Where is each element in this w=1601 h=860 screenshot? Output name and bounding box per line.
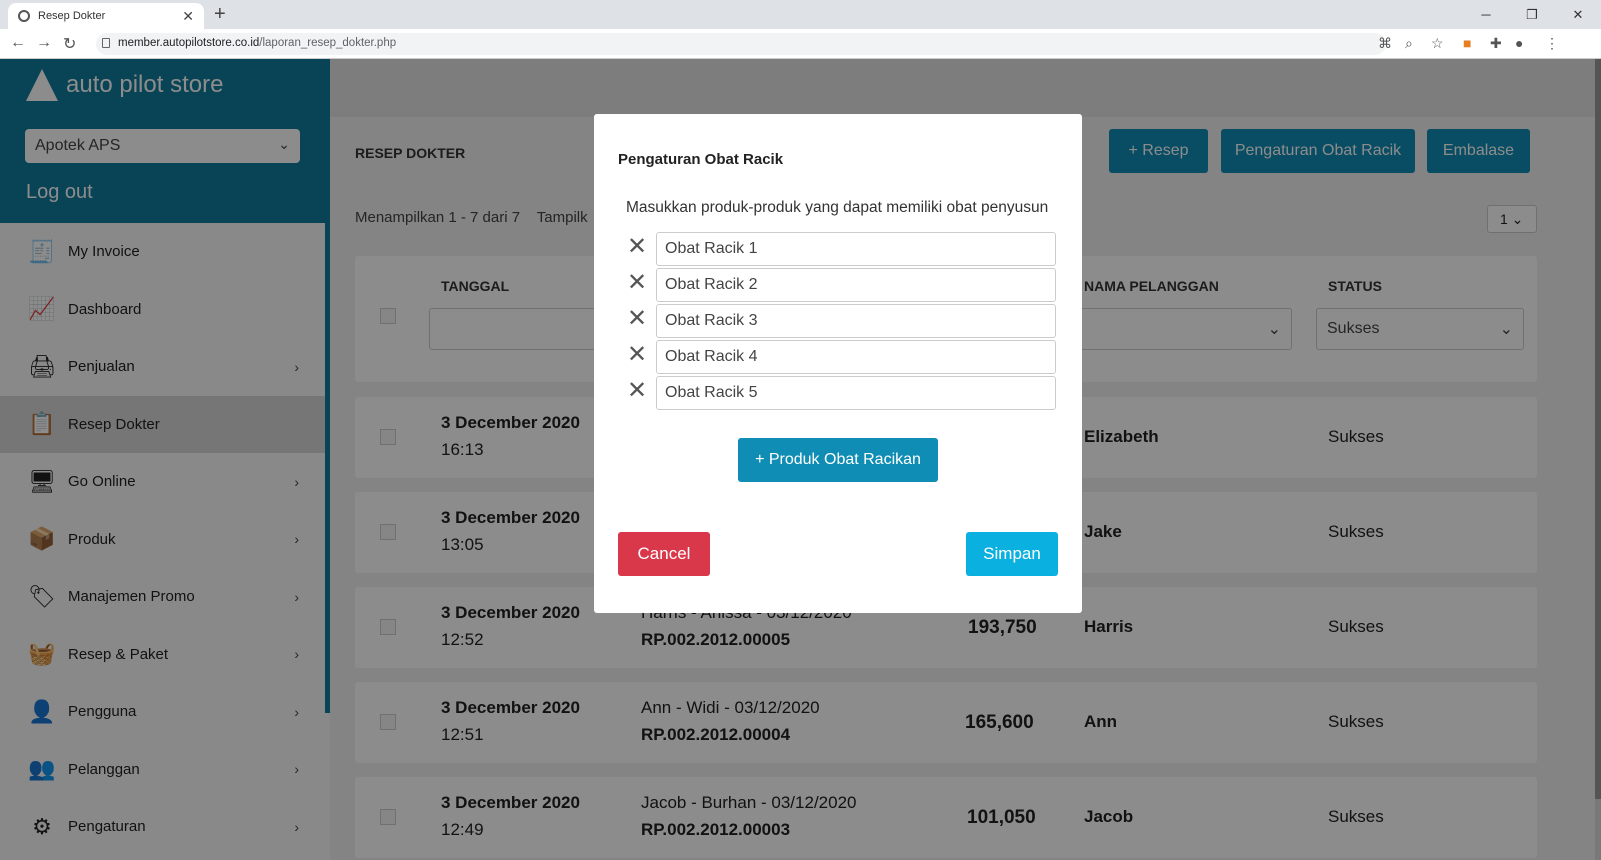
profile-icon[interactable]: ● bbox=[1515, 35, 1523, 51]
remove-item-icon[interactable]: ✕ bbox=[626, 343, 648, 367]
more-menu-icon[interactable]: ⋮ bbox=[1545, 35, 1559, 52]
add-produk-obat-racikan-button[interactable]: + Produk Obat Racikan bbox=[738, 438, 938, 482]
url-path: /laporan_resep_dokter.php bbox=[259, 37, 397, 49]
minimize-icon[interactable]: ─ bbox=[1463, 0, 1509, 29]
browser-tabbar: Resep Dokter ✕ + ─ ❐ ✕ bbox=[0, 0, 1601, 29]
window-controls: ─ ❐ ✕ bbox=[1463, 0, 1601, 29]
racik-item-row: ✕ bbox=[626, 340, 1056, 374]
restore-icon[interactable]: ❐ bbox=[1509, 0, 1555, 29]
new-tab-icon[interactable]: + bbox=[214, 3, 226, 26]
reload-icon[interactable]: ↻ bbox=[63, 34, 76, 54]
address-bar: ← → ↻ member.autopilotstore.co.id/lapora… bbox=[0, 29, 1601, 59]
racik-item-input[interactable] bbox=[656, 268, 1056, 302]
racik-item-row: ✕ bbox=[626, 376, 1056, 410]
remove-item-icon[interactable]: ✕ bbox=[626, 235, 648, 259]
remove-item-icon[interactable]: ✕ bbox=[626, 307, 648, 331]
racik-item-input[interactable] bbox=[656, 232, 1056, 266]
save-highlight: Simpan bbox=[952, 516, 1072, 588]
racik-item-input[interactable] bbox=[656, 376, 1056, 410]
browser-tab[interactable]: Resep Dokter ✕ bbox=[8, 3, 204, 29]
back-icon[interactable]: ← bbox=[10, 34, 26, 52]
zoom-icon[interactable]: ⌕ bbox=[1405, 35, 1413, 52]
modal-title: Pengaturan Obat Racik bbox=[618, 151, 784, 168]
racik-item-row: ✕ bbox=[626, 304, 1056, 338]
cancel-button[interactable]: Cancel bbox=[618, 532, 710, 576]
racik-item-row: ✕ bbox=[626, 232, 1056, 266]
forward-icon[interactable]: → bbox=[36, 34, 52, 52]
translate-icon[interactable]: ⌘ bbox=[1378, 35, 1392, 52]
racik-item-input[interactable] bbox=[656, 340, 1056, 374]
close-window-icon[interactable]: ✕ bbox=[1555, 0, 1601, 29]
lock-icon bbox=[102, 38, 110, 48]
close-tab-icon[interactable]: ✕ bbox=[182, 8, 194, 25]
url-host: member.autopilotstore.co.id bbox=[118, 37, 260, 49]
bookmark-star-icon[interactable]: ☆ bbox=[1431, 35, 1444, 52]
remove-item-icon[interactable]: ✕ bbox=[626, 379, 648, 403]
remove-item-icon[interactable]: ✕ bbox=[626, 271, 648, 295]
extension-icon[interactable]: ■ bbox=[1463, 35, 1471, 51]
save-button[interactable]: Simpan bbox=[966, 532, 1058, 576]
obat-racik-modal: Pengaturan Obat Racik Masukkan produk-pr… bbox=[594, 114, 1082, 613]
url-field[interactable]: member.autopilotstore.co.id/laporan_rese… bbox=[96, 33, 1386, 55]
globe-icon bbox=[18, 10, 30, 22]
puzzle-icon[interactable]: ✚ bbox=[1490, 35, 1502, 52]
tab-title: Resep Dokter bbox=[38, 10, 106, 22]
modal-description: Masukkan produk-produk yang dapat memili… bbox=[626, 199, 1049, 216]
racik-item-row: ✕ bbox=[626, 268, 1056, 302]
racik-item-input[interactable] bbox=[656, 304, 1056, 338]
